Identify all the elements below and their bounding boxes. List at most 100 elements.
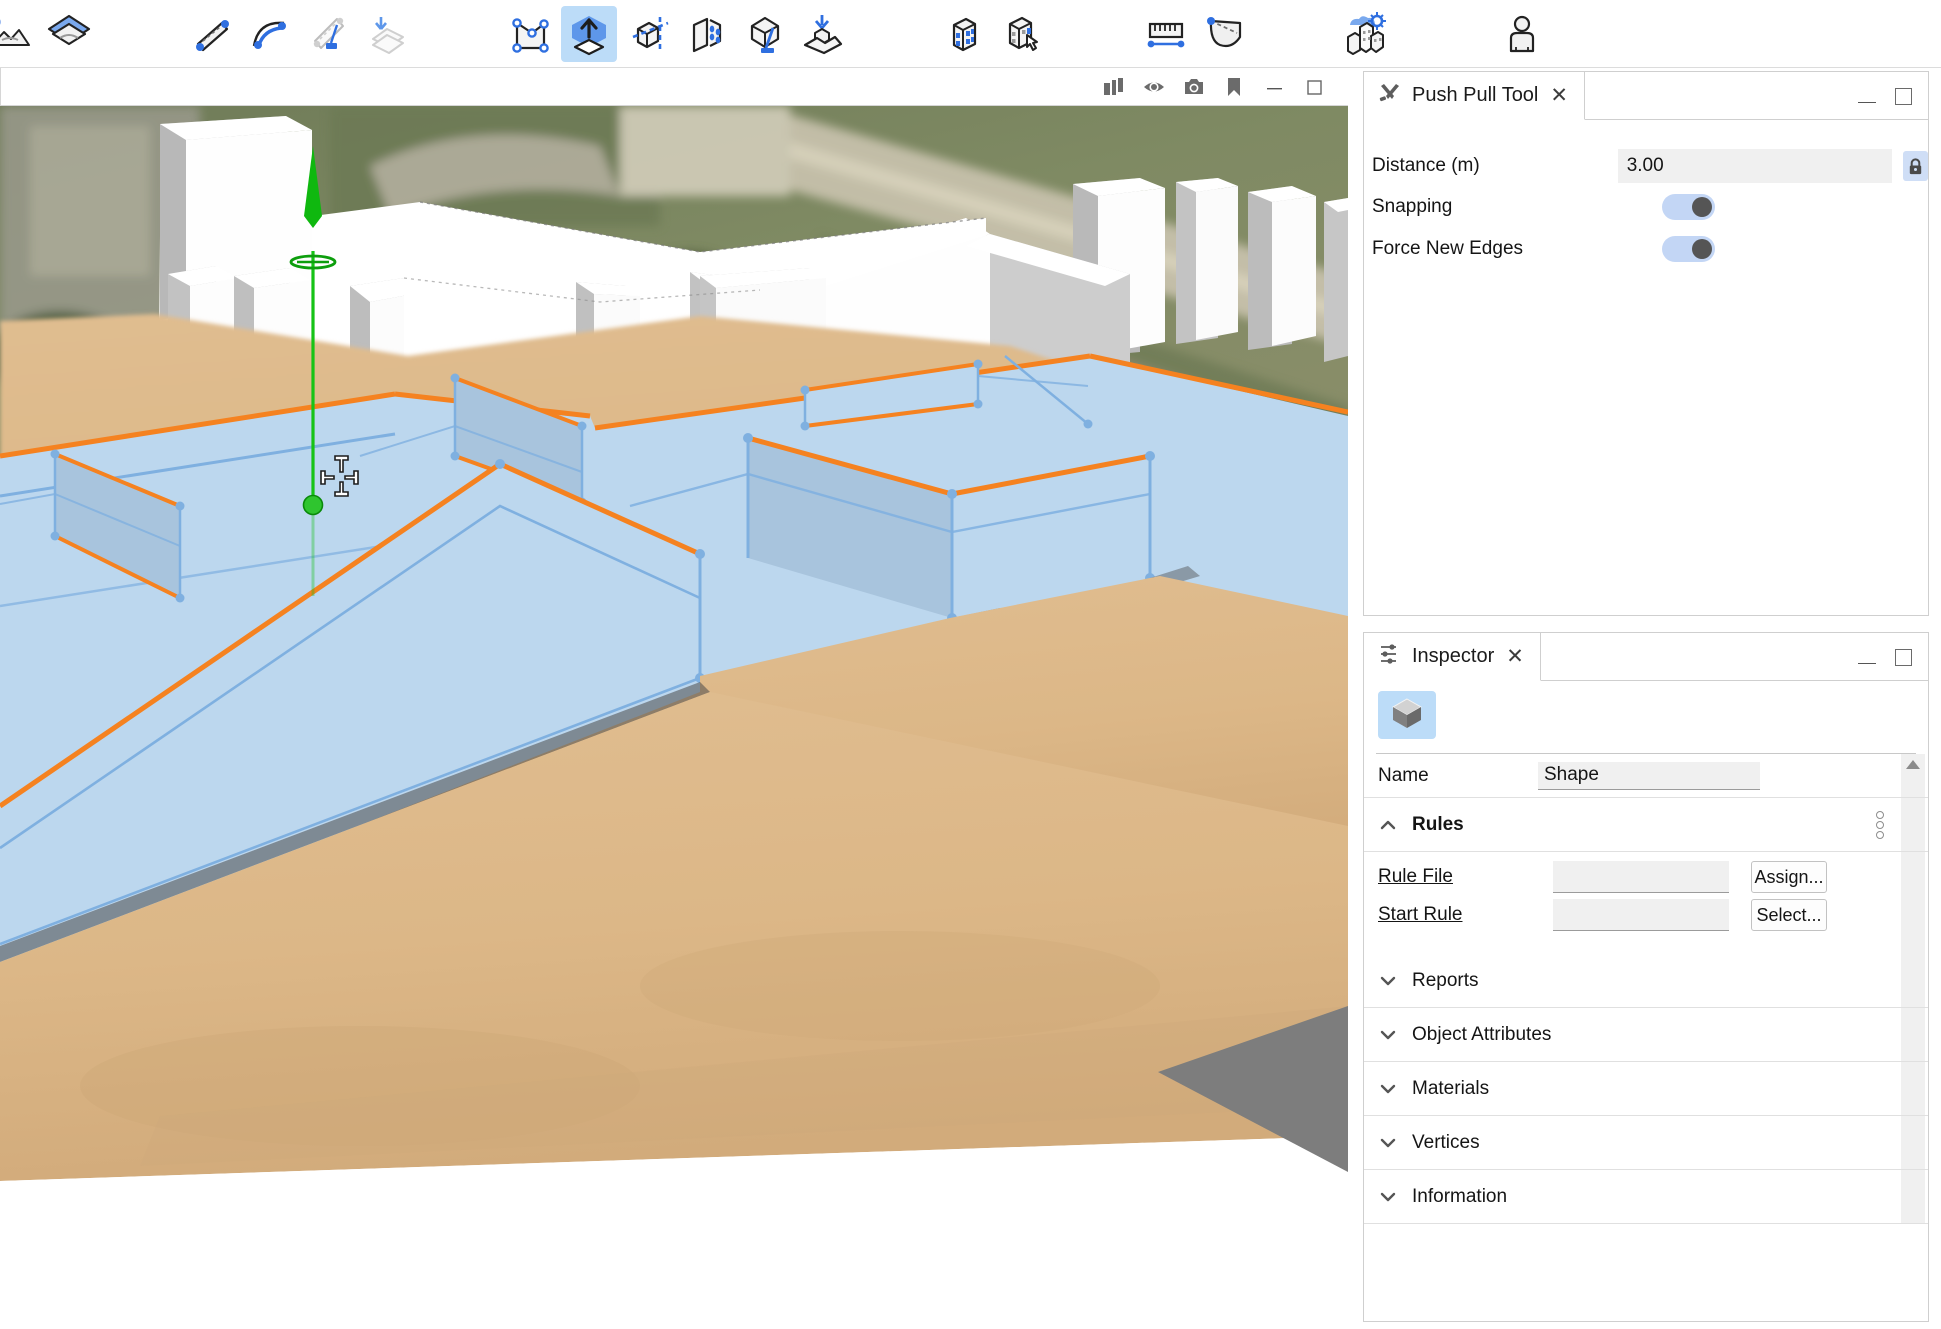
rule-file-row: Rule File Assign... <box>1378 858 1928 896</box>
assign-rule-file-button[interactable]: Assign... <box>1751 861 1827 893</box>
name-input[interactable] <box>1538 762 1760 790</box>
vertices-section-title: Vertices <box>1412 1132 1480 1154</box>
chevron-down-icon <box>1378 1025 1398 1045</box>
toolbar-edit-vertices-button[interactable] <box>503 6 559 62</box>
toolbar-measure-tool-button[interactable] <box>1138 6 1194 62</box>
place-model-on-terrain-icon <box>799 11 845 57</box>
inspector-maximize-icon[interactable] <box>1895 649 1912 666</box>
push-pull-tab-label: Push Pull Tool <box>1412 84 1538 107</box>
align-shapes-to-terrain-icon <box>365 11 411 57</box>
tab-inspector[interactable]: Inspector ✕ <box>1364 633 1541 681</box>
chevron-down-icon <box>1378 971 1398 991</box>
toolbar-place-model-on-terrain-button[interactable] <box>794 6 850 62</box>
push-pull-snapping-row: Snapping <box>1364 186 1928 228</box>
inspector-minimize-icon[interactable] <box>1857 650 1877 664</box>
rules-body: Rule File Assign... Start Rule Select... <box>1364 852 1928 954</box>
distance-label: Distance (m) <box>1372 155 1618 177</box>
toolbar-push-pull-tool-button[interactable] <box>561 6 617 62</box>
chevron-up-icon <box>1378 815 1398 835</box>
toolbar-split-geometry-button[interactable] <box>679 6 735 62</box>
toolbar-curved-shape-creation-button[interactable] <box>243 6 299 62</box>
viewport-maximize-icon[interactable] <box>1294 70 1334 104</box>
inspector-tabbar: Inspector ✕ <box>1364 633 1928 681</box>
toolbar-align-geometry-button[interactable] <box>737 6 793 62</box>
camera-icon[interactable] <box>1174 70 1214 104</box>
inspector-section-materials[interactable]: Materials <box>1364 1062 1928 1116</box>
shape-cleanup-icon <box>307 11 353 57</box>
start-rule-input[interactable] <box>1553 899 1729 931</box>
inspector-section-rules[interactable]: Rules <box>1364 798 1928 852</box>
inspector-tab-label: Inspector <box>1412 645 1494 668</box>
mirror-tool-icon <box>626 11 672 57</box>
inspector-section-object-attributes[interactable]: Object Attributes <box>1364 1008 1928 1062</box>
push-pull-tool-panel: Push Pull Tool ✕ Distance (m) Snapping <box>1363 71 1929 616</box>
chevron-down-icon <box>1378 1187 1398 1207</box>
shape-type-button[interactable] <box>1378 691 1436 739</box>
toolbar-align-shapes-to-terrain-button[interactable] <box>360 6 416 62</box>
scene-light-settings-icon <box>1340 9 1390 59</box>
push-pull-tool-icon <box>566 11 612 57</box>
toolbar-person-scale-figure-button[interactable] <box>1494 6 1550 62</box>
push-pull-minimize-icon[interactable] <box>1857 89 1877 103</box>
viewport-minimize-icon[interactable] <box>1254 70 1294 104</box>
toolbar-shape-cleanup-button[interactable] <box>302 6 358 62</box>
toolbar-polygonal-shape-creation-button[interactable] <box>184 6 240 62</box>
viewport-titlebar <box>0 68 1348 106</box>
distance-input[interactable] <box>1618 149 1892 183</box>
person-scale-figure-icon <box>1499 11 1545 57</box>
snapping-label: Snapping <box>1372 196 1662 218</box>
tools-icon <box>1378 81 1402 110</box>
inspector-type-row <box>1364 681 1928 747</box>
inspector-scroll-area: Name Rules Rule File Assign... Start Rul… <box>1364 754 1928 1224</box>
viewport-panel <box>0 68 1348 1329</box>
toolbar-viewshed-analysis-button[interactable] <box>1197 6 1253 62</box>
inspector-section-reports[interactable]: Reports <box>1364 954 1928 1008</box>
select-start-rule-button[interactable]: Select... <box>1751 899 1827 931</box>
toolbar-mirror-tool-button[interactable] <box>621 6 677 62</box>
inspector-section-vertices[interactable]: Vertices <box>1364 1116 1928 1170</box>
rule-file-link[interactable]: Rule File <box>1378 866 1553 888</box>
force-new-edges-toggle[interactable] <box>1662 236 1715 262</box>
main-toolbar <box>0 0 1941 68</box>
inspector-section-information[interactable]: Information <box>1364 1170 1928 1224</box>
push-pull-tabbar: Push Pull Tool ✕ <box>1364 72 1928 120</box>
kebab-menu-icon[interactable] <box>1876 811 1884 839</box>
snapping-toggle[interactable] <box>1662 194 1715 220</box>
toolbar-generate-models-button[interactable] <box>936 6 992 62</box>
push-pull-tab-close-icon[interactable]: ✕ <box>1550 85 1568 106</box>
rules-section-title: Rules <box>1412 814 1464 836</box>
toolbar-terrain-layer-button[interactable] <box>0 6 38 62</box>
chevron-down-icon <box>1378 1133 1398 1153</box>
bookmark-icon[interactable] <box>1214 70 1254 104</box>
inspector-tab-close-icon[interactable]: ✕ <box>1506 646 1524 667</box>
rule-file-input[interactable] <box>1553 861 1729 893</box>
reports-section-title: Reports <box>1412 970 1479 992</box>
scene-3d-render <box>0 106 1348 1329</box>
layers-icon[interactable] <box>1094 70 1134 104</box>
push-pull-window-buttons <box>1857 72 1916 120</box>
name-label: Name <box>1378 765 1538 787</box>
eye-icon[interactable] <box>1134 70 1174 104</box>
inspector-name-row: Name <box>1364 754 1928 798</box>
curved-shape-creation-icon <box>248 11 294 57</box>
push-pull-body: Distance (m) Snapping Force New Edges <box>1364 120 1928 270</box>
toolbar-map-layer-button[interactable] <box>41 6 97 62</box>
start-rule-link[interactable]: Start Rule <box>1378 904 1553 926</box>
select-models-icon <box>999 11 1045 57</box>
information-section-title: Information <box>1412 1186 1507 1208</box>
push-pull-distance-row: Distance (m) <box>1364 146 1928 186</box>
object-attributes-section-title: Object Attributes <box>1412 1024 1551 1046</box>
force-new-edges-label: Force New Edges <box>1372 238 1662 260</box>
push-pull-force-new-edges-row: Force New Edges <box>1364 228 1928 270</box>
tab-push-pull-tool[interactable]: Push Pull Tool ✕ <box>1364 72 1585 120</box>
viewport-3d-canvas[interactable] <box>0 106 1348 1329</box>
toolbar-select-models-button[interactable] <box>994 6 1050 62</box>
map-layer-icon <box>45 10 93 58</box>
sliders-icon <box>1378 642 1402 671</box>
lock-icon[interactable] <box>1903 151 1928 181</box>
inspector-window-buttons <box>1857 633 1916 681</box>
toolbar-scene-light-settings-button[interactable] <box>1337 6 1393 62</box>
edit-vertices-icon <box>508 11 554 57</box>
polygonal-shape-creation-icon <box>189 11 235 57</box>
push-pull-maximize-icon[interactable] <box>1895 88 1912 105</box>
